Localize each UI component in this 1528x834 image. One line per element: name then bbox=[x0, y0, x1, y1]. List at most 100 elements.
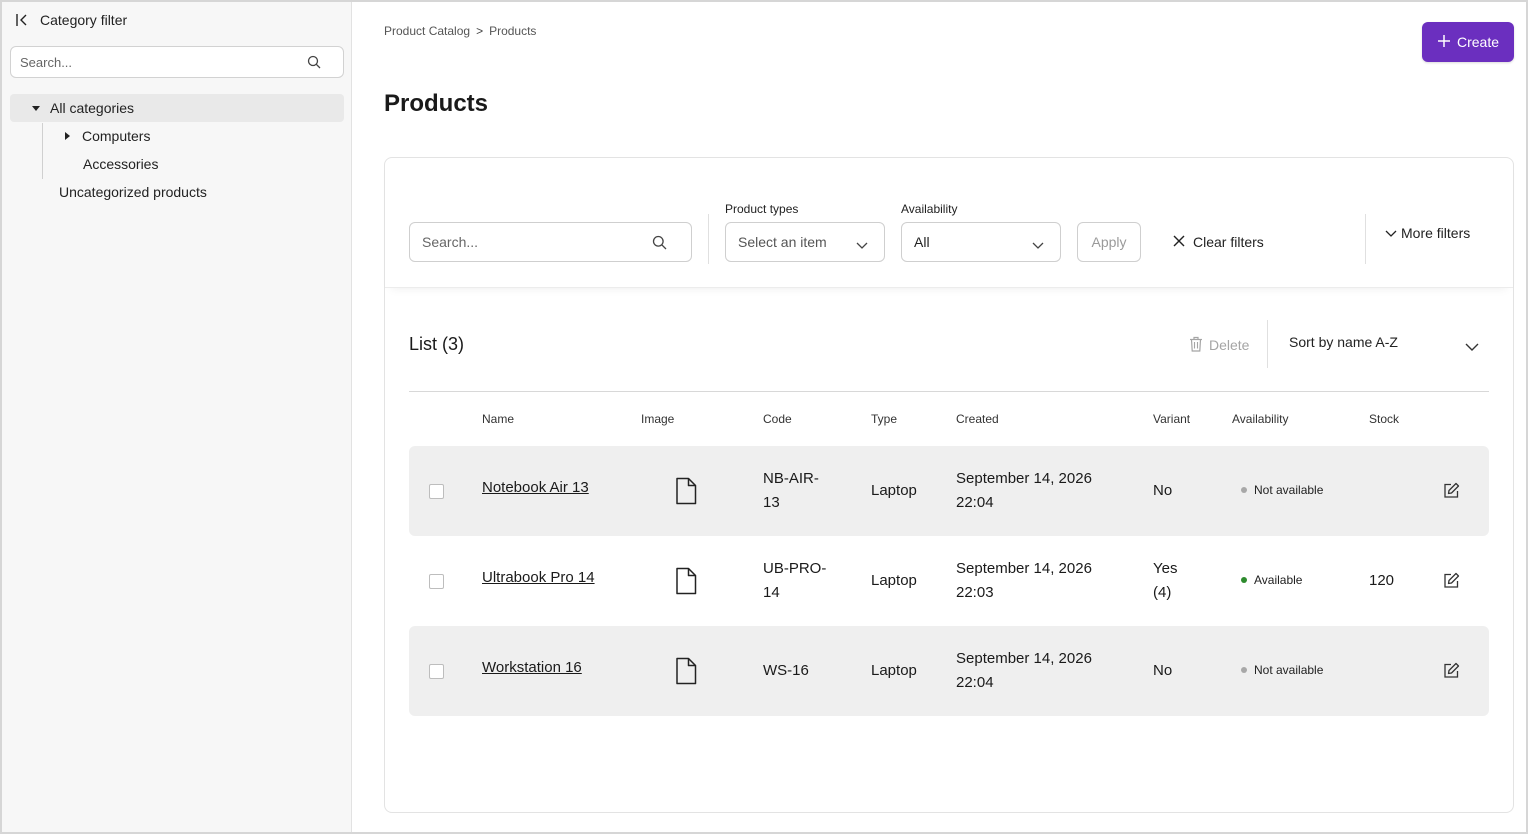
filter-bar: Product types Select an item Availabilit… bbox=[385, 158, 1513, 288]
chevron-down-icon bbox=[1465, 339, 1479, 351]
column-header-variant[interactable]: Variant bbox=[1153, 412, 1190, 426]
sidebar-title: Category filter bbox=[40, 12, 128, 28]
search-icon[interactable] bbox=[652, 235, 667, 250]
product-code: NB-AIR- 13 bbox=[763, 467, 819, 515]
column-header-type[interactable]: Type bbox=[871, 412, 897, 426]
collapse-sidebar-icon[interactable] bbox=[14, 12, 30, 28]
breadcrumb-current: Products bbox=[489, 24, 537, 38]
column-header-name[interactable]: Name bbox=[482, 412, 514, 426]
table-row[interactable]: Ultrabook Pro 14 UB-PRO- 14 Laptop Septe… bbox=[409, 536, 1489, 626]
availability-status: Not available bbox=[1241, 663, 1323, 677]
tree-item-all-categories[interactable]: All categories bbox=[10, 94, 344, 122]
divider bbox=[1365, 214, 1366, 264]
list-title: List (3) bbox=[409, 334, 465, 354]
variant-count: (4) bbox=[1153, 584, 1172, 601]
filter-search-input[interactable] bbox=[410, 223, 630, 261]
sidebar-search-input[interactable] bbox=[11, 47, 291, 77]
availability-text: Not available bbox=[1254, 663, 1324, 677]
plus-icon bbox=[1437, 33, 1451, 51]
variant-line: Yes bbox=[1153, 560, 1178, 577]
product-types-select[interactable]: Select an item bbox=[725, 222, 885, 262]
app-window: Category filter All categories Computers… bbox=[0, 0, 1528, 834]
delete-button[interactable]: Delete bbox=[1189, 334, 1249, 356]
table-row[interactable]: Notebook Air 13 NB-AIR- 13 Laptop Septem… bbox=[409, 446, 1489, 536]
edit-icon[interactable] bbox=[1443, 482, 1460, 499]
product-code-line: NB-AIR- bbox=[763, 470, 819, 487]
edit-icon[interactable] bbox=[1443, 662, 1460, 679]
product-created: September 14, 2026 22:04 bbox=[956, 467, 1092, 515]
product-name-link[interactable]: Notebook Air 13 bbox=[482, 479, 589, 496]
clear-filters-button[interactable]: Clear filters bbox=[1173, 222, 1264, 262]
caret-right-icon[interactable] bbox=[65, 132, 70, 140]
status-dot bbox=[1241, 577, 1247, 583]
product-code: WS-16 bbox=[763, 659, 809, 683]
row-checkbox[interactable] bbox=[429, 574, 444, 589]
column-header-image: Image bbox=[641, 412, 675, 426]
caret-down-icon[interactable] bbox=[32, 105, 40, 111]
product-variant: No bbox=[1153, 659, 1172, 683]
created-date: September 14, 2026 bbox=[956, 470, 1092, 487]
close-icon bbox=[1173, 234, 1185, 250]
breadcrumb-separator: > bbox=[476, 24, 484, 38]
clear-filters-label: Clear filters bbox=[1193, 234, 1264, 250]
created-time: 22:04 bbox=[956, 674, 994, 691]
tree-item-accessories[interactable]: Accessories bbox=[83, 150, 158, 178]
column-header-stock[interactable]: Stock bbox=[1369, 412, 1399, 426]
more-filters-button[interactable]: More filters bbox=[1385, 222, 1470, 244]
chevron-down-icon bbox=[1385, 225, 1397, 241]
availability-text: Not available bbox=[1254, 483, 1324, 497]
product-type: Laptop bbox=[871, 482, 917, 499]
breadcrumb-link-catalog[interactable]: Product Catalog bbox=[384, 24, 470, 38]
product-name-link[interactable]: Workstation 16 bbox=[482, 659, 582, 676]
create-button[interactable]: Create bbox=[1422, 22, 1514, 62]
product-type: Laptop bbox=[871, 662, 917, 679]
tree-item-label: Accessories bbox=[83, 156, 159, 172]
column-header-code[interactable]: Code bbox=[763, 412, 792, 426]
apply-button[interactable]: Apply bbox=[1077, 222, 1141, 262]
product-code-line: 14 bbox=[763, 584, 780, 601]
column-header-created[interactable]: Created bbox=[956, 412, 999, 426]
product-created: September 14, 2026 22:04 bbox=[956, 647, 1092, 695]
product-code-line: 13 bbox=[763, 494, 780, 511]
delete-button-label: Delete bbox=[1209, 337, 1250, 353]
availability-status: Not available bbox=[1241, 483, 1323, 497]
product-variant: No bbox=[1153, 479, 1172, 503]
sidebar-search bbox=[10, 46, 344, 78]
availability-value: All bbox=[914, 234, 930, 250]
product-created: September 14, 2026 22:03 bbox=[956, 557, 1092, 605]
search-icon[interactable] bbox=[307, 55, 321, 69]
created-time: 22:04 bbox=[956, 494, 994, 511]
tree-item-uncategorized[interactable]: Uncategorized products bbox=[59, 178, 207, 206]
availability-select[interactable]: All bbox=[901, 222, 1061, 262]
product-stock: 120 bbox=[1369, 572, 1395, 589]
availability-text: Available bbox=[1254, 573, 1303, 587]
chevron-down-icon bbox=[856, 237, 868, 249]
breadcrumb: Product Catalog > Products bbox=[384, 24, 536, 38]
column-header-availability[interactable]: Availability bbox=[1232, 412, 1288, 426]
variant-line: No bbox=[1153, 662, 1173, 679]
sort-select[interactable]: Sort by name A-Z bbox=[1289, 334, 1479, 356]
file-icon bbox=[675, 567, 697, 595]
create-button-label: Create bbox=[1456, 34, 1500, 50]
tree-item-computers[interactable]: Computers bbox=[65, 122, 150, 150]
edit-icon[interactable] bbox=[1443, 572, 1460, 589]
tree-item-label: Computers bbox=[82, 128, 151, 144]
file-icon bbox=[675, 477, 697, 505]
product-name-link[interactable]: Ultrabook Pro 14 bbox=[482, 569, 595, 586]
table-row[interactable]: Workstation 16 WS-16 Laptop September 14… bbox=[409, 626, 1489, 716]
variant-line: No bbox=[1153, 482, 1173, 499]
category-sidebar: Category filter All categories Computers… bbox=[2, 2, 352, 832]
product-code-line: WS-16 bbox=[763, 662, 809, 679]
list-divider bbox=[409, 391, 1489, 392]
row-checkbox[interactable] bbox=[429, 484, 444, 499]
row-checkbox[interactable] bbox=[429, 664, 444, 679]
products-card: Product types Select an item Availabilit… bbox=[384, 157, 1514, 813]
product-variant: Yes (4) bbox=[1153, 557, 1177, 605]
product-type: Laptop bbox=[871, 572, 917, 589]
status-dot bbox=[1241, 667, 1247, 673]
product-code: UB-PRO- 14 bbox=[763, 557, 826, 605]
created-time: 22:03 bbox=[956, 584, 994, 601]
product-types-label: Product types bbox=[725, 202, 799, 216]
divider bbox=[708, 214, 709, 264]
availability-label: Availability bbox=[901, 202, 958, 216]
